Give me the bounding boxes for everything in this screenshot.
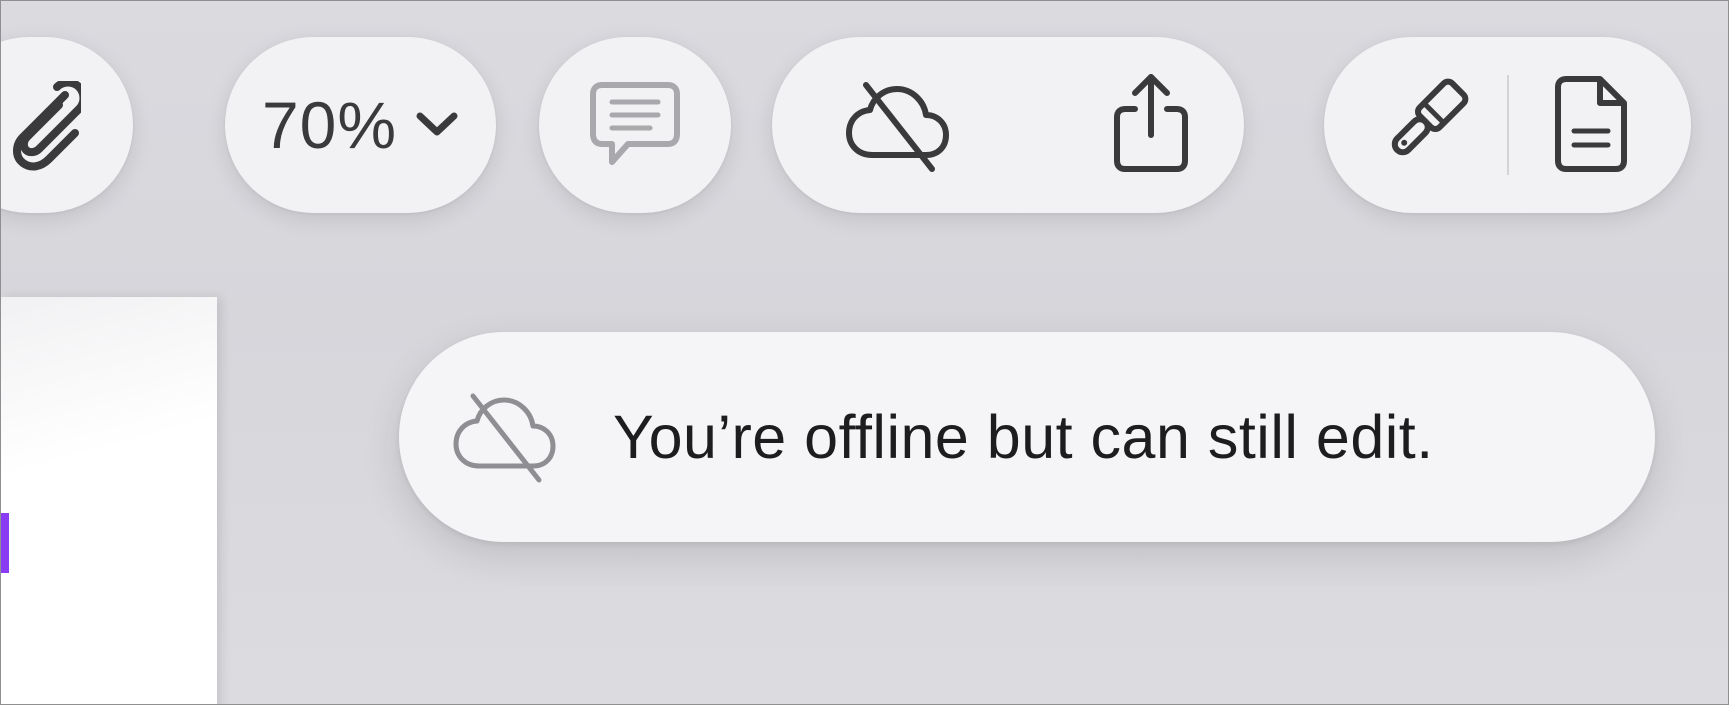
zoom-value: 70% (261, 88, 398, 162)
paperclip-icon (1, 81, 81, 171)
share-icon[interactable] (1111, 71, 1191, 173)
attachment-button[interactable] (1, 37, 133, 213)
text-cursor (1, 513, 9, 573)
offline-notification: You’re offline but can still edit. (399, 332, 1655, 542)
document-icon[interactable] (1554, 75, 1630, 173)
document-page[interactable] (1, 297, 217, 704)
comment-button[interactable] (539, 37, 731, 213)
cloud-slash-icon (449, 388, 559, 489)
chevron-down-icon (415, 110, 459, 140)
notification-message: You’re offline but can still edit. (613, 403, 1434, 471)
zoom-selector[interactable]: 70% (225, 37, 496, 213)
app-window: 70% You’re offline but can still edit. (0, 0, 1729, 705)
speech-bubble-icon (588, 80, 682, 170)
cloud-slash-icon[interactable] (842, 77, 952, 173)
status-share-group (772, 37, 1244, 213)
toolbar-divider (1507, 75, 1509, 175)
format-document-group (1324, 37, 1691, 213)
paintbrush-icon[interactable] (1376, 73, 1472, 173)
